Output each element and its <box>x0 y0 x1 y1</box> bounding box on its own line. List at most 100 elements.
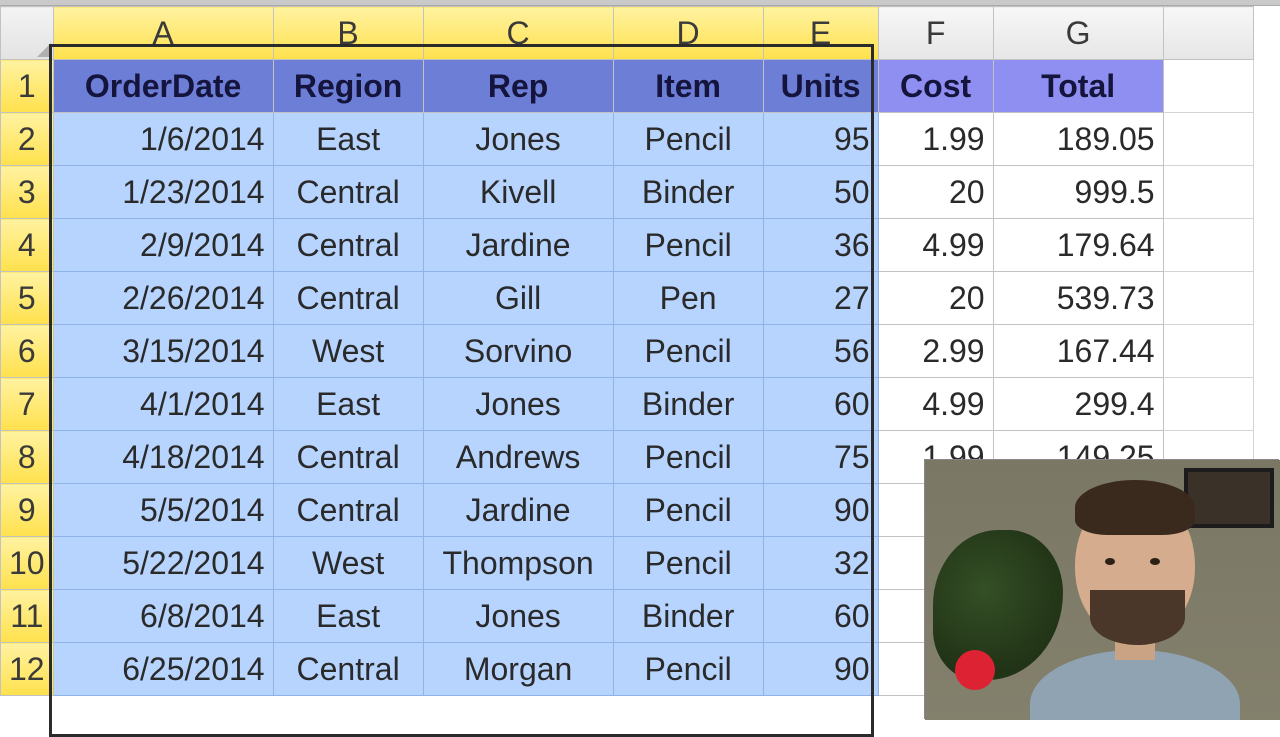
cell-F3[interactable]: 20 <box>878 166 993 219</box>
cell-C4[interactable]: Jardine <box>423 219 613 272</box>
cell-G2[interactable]: 189.05 <box>993 113 1163 166</box>
header-cell-C[interactable]: Rep <box>423 60 613 113</box>
cell-B9[interactable]: Central <box>273 484 423 537</box>
cell-F2[interactable]: 1.99 <box>878 113 993 166</box>
cell-A12[interactable]: 6/25/2014 <box>53 643 273 696</box>
cell-C2[interactable]: Jones <box>423 113 613 166</box>
column-header-G[interactable]: G <box>993 7 1163 60</box>
cell-A10[interactable]: 5/22/2014 <box>53 537 273 590</box>
row-header[interactable]: 10 <box>1 537 54 590</box>
cell-E11[interactable]: 60 <box>763 590 878 643</box>
cell-E10[interactable]: 32 <box>763 537 878 590</box>
cell-blank[interactable] <box>1163 378 1253 431</box>
cell-D4[interactable]: Pencil <box>613 219 763 272</box>
row-header[interactable]: 8 <box>1 431 54 484</box>
header-cell-B[interactable]: Region <box>273 60 423 113</box>
cell-C10[interactable]: Thompson <box>423 537 613 590</box>
cell-D12[interactable]: Pencil <box>613 643 763 696</box>
cell-C11[interactable]: Jones <box>423 590 613 643</box>
cell-G5[interactable]: 539.73 <box>993 272 1163 325</box>
column-header-blank[interactable] <box>1163 7 1253 60</box>
cell-B11[interactable]: East <box>273 590 423 643</box>
cell-F7[interactable]: 4.99 <box>878 378 993 431</box>
row-header[interactable]: 11 <box>1 590 54 643</box>
cell-B5[interactable]: Central <box>273 272 423 325</box>
column-header-B[interactable]: B <box>273 7 423 60</box>
cell-E9[interactable]: 90 <box>763 484 878 537</box>
cell-E12[interactable]: 90 <box>763 643 878 696</box>
cell-blank[interactable] <box>1163 219 1253 272</box>
cell-D2[interactable]: Pencil <box>613 113 763 166</box>
cell-C3[interactable]: Kivell <box>423 166 613 219</box>
cell-B8[interactable]: Central <box>273 431 423 484</box>
cell-C5[interactable]: Gill <box>423 272 613 325</box>
row-header[interactable]: 2 <box>1 113 54 166</box>
column-header-C[interactable]: C <box>423 7 613 60</box>
cell-E6[interactable]: 56 <box>763 325 878 378</box>
header-cell-G[interactable]: Total <box>993 60 1163 113</box>
cell-G4[interactable]: 179.64 <box>993 219 1163 272</box>
row-header[interactable]: 9 <box>1 484 54 537</box>
cell-B6[interactable]: West <box>273 325 423 378</box>
cell-G7[interactable]: 299.4 <box>993 378 1163 431</box>
cell-B4[interactable]: Central <box>273 219 423 272</box>
column-header-A[interactable]: A <box>53 7 273 60</box>
cell-D11[interactable]: Binder <box>613 590 763 643</box>
cell-E7[interactable]: 60 <box>763 378 878 431</box>
cell-B2[interactable]: East <box>273 113 423 166</box>
cell-E8[interactable]: 75 <box>763 431 878 484</box>
cell-A4[interactable]: 2/9/2014 <box>53 219 273 272</box>
cell-C8[interactable]: Andrews <box>423 431 613 484</box>
row-header[interactable]: 1 <box>1 60 54 113</box>
column-header-E[interactable]: E <box>763 7 878 60</box>
cell-A5[interactable]: 2/26/2014 <box>53 272 273 325</box>
cell-B3[interactable]: Central <box>273 166 423 219</box>
row-header[interactable]: 12 <box>1 643 54 696</box>
cell-D8[interactable]: Pencil <box>613 431 763 484</box>
cell-B12[interactable]: Central <box>273 643 423 696</box>
cell-F4[interactable]: 4.99 <box>878 219 993 272</box>
cell-A9[interactable]: 5/5/2014 <box>53 484 273 537</box>
cell-blank[interactable] <box>1163 60 1253 113</box>
cell-A2[interactable]: 1/6/2014 <box>53 113 273 166</box>
row-header[interactable]: 6 <box>1 325 54 378</box>
row-header[interactable]: 3 <box>1 166 54 219</box>
cell-G6[interactable]: 167.44 <box>993 325 1163 378</box>
cell-E2[interactable]: 95 <box>763 113 878 166</box>
cell-E3[interactable]: 50 <box>763 166 878 219</box>
cell-D5[interactable]: Pen <box>613 272 763 325</box>
cell-A6[interactable]: 3/15/2014 <box>53 325 273 378</box>
cell-C6[interactable]: Sorvino <box>423 325 613 378</box>
cell-A11[interactable]: 6/8/2014 <box>53 590 273 643</box>
cell-blank[interactable] <box>1163 272 1253 325</box>
column-header-F[interactable]: F <box>878 7 993 60</box>
cell-C9[interactable]: Jardine <box>423 484 613 537</box>
header-cell-D[interactable]: Item <box>613 60 763 113</box>
cell-F6[interactable]: 2.99 <box>878 325 993 378</box>
cell-D6[interactable]: Pencil <box>613 325 763 378</box>
cell-A7[interactable]: 4/1/2014 <box>53 378 273 431</box>
cell-A8[interactable]: 4/18/2014 <box>53 431 273 484</box>
cell-E5[interactable]: 27 <box>763 272 878 325</box>
cell-E4[interactable]: 36 <box>763 219 878 272</box>
cell-F5[interactable]: 20 <box>878 272 993 325</box>
cell-D3[interactable]: Binder <box>613 166 763 219</box>
cell-C12[interactable]: Morgan <box>423 643 613 696</box>
column-header-D[interactable]: D <box>613 7 763 60</box>
cell-D9[interactable]: Pencil <box>613 484 763 537</box>
header-cell-A[interactable]: OrderDate <box>53 60 273 113</box>
cell-blank[interactable] <box>1163 325 1253 378</box>
cell-B7[interactable]: East <box>273 378 423 431</box>
cell-blank[interactable] <box>1163 113 1253 166</box>
row-header[interactable]: 7 <box>1 378 54 431</box>
cell-D10[interactable]: Pencil <box>613 537 763 590</box>
cell-D7[interactable]: Binder <box>613 378 763 431</box>
cell-blank[interactable] <box>1163 166 1253 219</box>
cell-B10[interactable]: West <box>273 537 423 590</box>
row-header[interactable]: 5 <box>1 272 54 325</box>
cell-A3[interactable]: 1/23/2014 <box>53 166 273 219</box>
cell-C7[interactable]: Jones <box>423 378 613 431</box>
header-cell-F[interactable]: Cost <box>878 60 993 113</box>
row-header[interactable]: 4 <box>1 219 54 272</box>
cell-G3[interactable]: 999.5 <box>993 166 1163 219</box>
